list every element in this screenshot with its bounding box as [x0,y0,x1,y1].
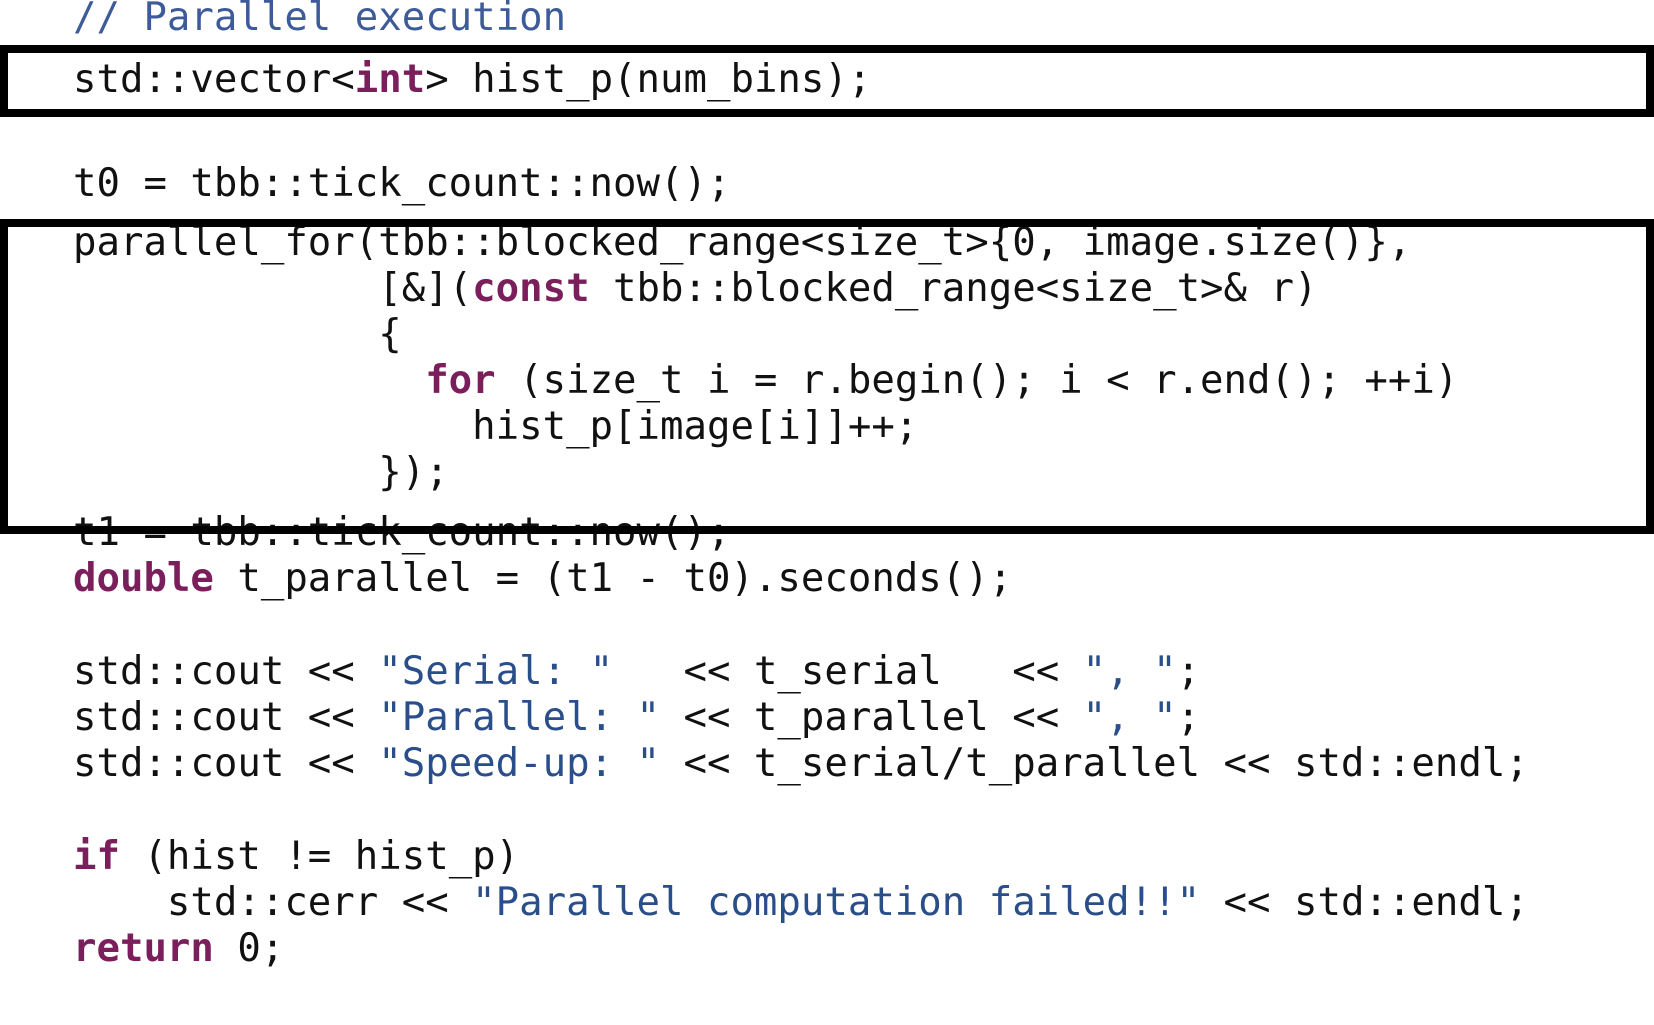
code-token: << t_parallel << [660,695,1083,740]
string-token: "Serial: " [378,649,614,694]
code-token: 0; [213,926,285,971]
highlight-box-parallel-for [0,219,1654,534]
keyword-token: return [73,926,214,971]
code-line-t-parallel: double t_parallel = (t1 - t0).seconds(); [73,555,1012,603]
string-token: "Parallel: " [378,695,661,740]
code-token: ; [1176,695,1201,740]
code-token: std::cout << [73,649,379,694]
code-listing: // Parallel execution std::vector<int> h… [0,0,1654,1025]
string-token: ", " [1082,649,1177,694]
code-line-if: if (hist != hist_p) [73,833,519,881]
code-token: std::cout << [73,741,379,786]
code-token: << t_serial << [613,649,1083,694]
code-line-return: return 0; [73,925,284,973]
code-line-t0: t0 = tbb::tick_count::now(); [73,160,730,208]
code-token: t0 = tbb::tick_count::now(); [73,161,731,206]
comment-token: // Parallel execution [73,0,567,40]
highlight-box-vector-decl [0,45,1654,117]
code-token: ; [1176,649,1201,694]
code-token: std::cout << [73,695,379,740]
code-line-cerr: std::cerr << "Parallel computation faile… [73,879,1529,927]
keyword-token: double [73,556,214,601]
code-token: t_parallel = (t1 - t0).seconds(); [213,556,1013,601]
string-token: "Speed-up: " [378,741,661,786]
string-token: ", " [1082,695,1177,740]
code-token: std::cerr << [73,880,473,925]
code-line-cout-serial: std::cout << "Serial: " << t_serial << "… [73,648,1200,696]
string-token: "Parallel computation failed!!" [472,880,1201,925]
code-token: (hist != hist_p) [119,834,520,879]
code-line-comment: // Parallel execution [73,0,566,42]
code-token: << t_serial/t_parallel << std::endl; [660,741,1529,786]
keyword-token: if [73,834,120,879]
code-line-cout-speedup: std::cout << "Speed-up: " << t_serial/t_… [73,740,1529,788]
code-line-cout-parallel: std::cout << "Parallel: " << t_parallel … [73,694,1200,742]
code-token: << std::endl; [1200,880,1529,925]
